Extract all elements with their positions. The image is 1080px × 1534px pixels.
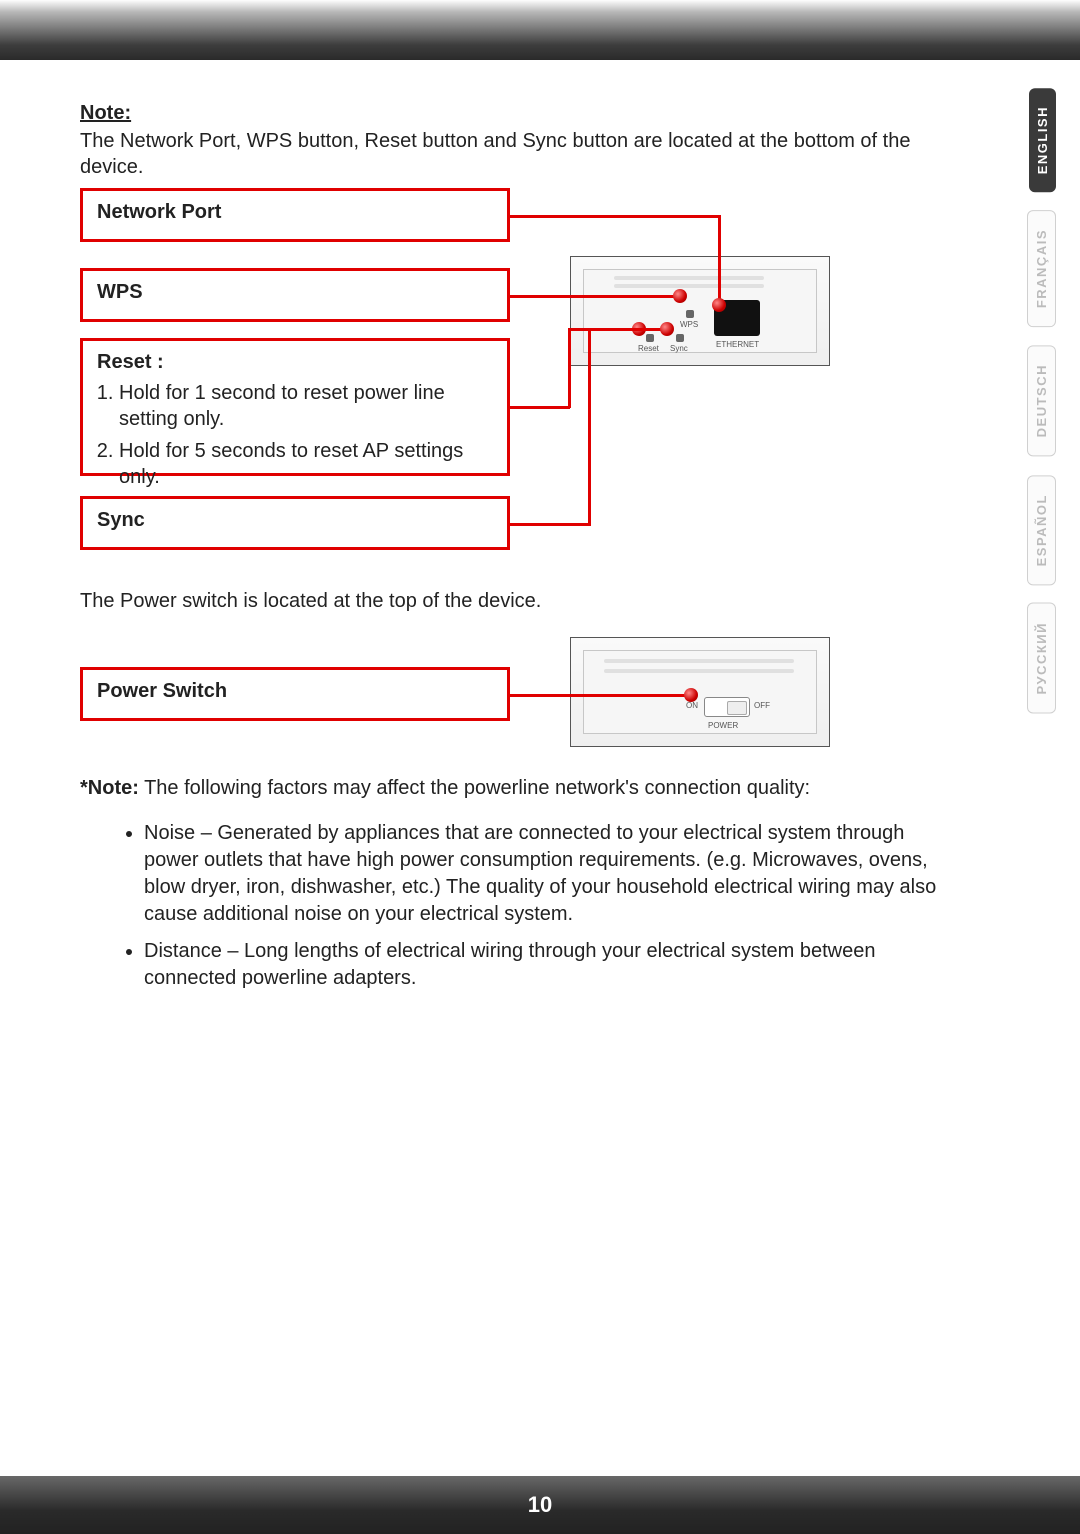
lang-tab-espanol[interactable]: ESPAÑOL — [1027, 475, 1056, 585]
callout-sync-label: Sync — [97, 509, 493, 532]
footnote-lead: *Note: The following factors may affect … — [80, 777, 940, 800]
note-heading: Note: — [80, 102, 131, 124]
footnote-bullet-distance: Distance – Long lengths of electrical wi… — [144, 938, 940, 992]
device-bottom-panel: ETHERNET WPS Reset Sync — [583, 269, 817, 353]
marker-dot-power — [684, 688, 698, 702]
callout-reset-title: Reset : — [97, 351, 493, 374]
on-label: ON — [686, 701, 698, 710]
page-number: 10 — [528, 1492, 552, 1517]
footnote-lead-rest: The following factors may affect the pow… — [139, 777, 810, 799]
device-top-panel: ON OFF POWER — [583, 650, 817, 734]
callout-network-port-label: Network Port — [97, 201, 493, 224]
callout-network-port: Network Port — [80, 188, 510, 242]
device-bottom-photo: ETHERNET WPS Reset Sync — [570, 256, 830, 366]
callout-reset-list: Hold for 1 second to reset power line se… — [97, 380, 493, 490]
callout-reset-item2: Hold for 5 seconds to reset AP settings … — [119, 438, 493, 490]
wps-tiny-label: WPS — [680, 320, 698, 329]
power-intro: The Power switch is located at the top o… — [80, 590, 940, 613]
footnote-bullet-noise: Noise – Generated by appliances that are… — [144, 820, 940, 928]
lang-tab-russian[interactable]: РУССКИЙ — [1027, 603, 1056, 714]
ethernet-label: ETHERNET — [716, 340, 759, 349]
note-body: The Network Port, WPS button, Reset butt… — [80, 128, 940, 180]
lang-tab-deutsch[interactable]: DEUTSCH — [1027, 345, 1056, 456]
reset-button-icon — [646, 334, 654, 342]
lang-tab-english[interactable]: ENGLISH — [1029, 88, 1056, 192]
language-tabs: ENGLISH FRANÇAIS DEUTSCH ESPAÑOL РУССКИЙ — [1027, 88, 1056, 714]
lang-tab-francais[interactable]: FRANÇAIS — [1027, 210, 1056, 327]
callout-reset-item1: Hold for 1 second to reset power line se… — [119, 380, 493, 432]
top-gradient-bar — [0, 0, 1080, 60]
power-switch-icon — [704, 697, 750, 717]
callout-power-switch-label: Power Switch — [97, 680, 493, 703]
marker-dot-wps — [673, 289, 687, 303]
callout-power-switch: Power Switch — [80, 667, 510, 721]
marker-dot-sync — [660, 322, 674, 336]
off-label: OFF — [754, 701, 770, 710]
callout-wps-label: WPS — [97, 281, 493, 304]
sync-tiny-label: Sync — [670, 344, 688, 353]
marker-dot-network-port — [712, 298, 726, 312]
reset-tiny-label: Reset — [638, 344, 659, 353]
callout-sync: Sync — [80, 496, 510, 550]
power-section: The Power switch is located at the top o… — [80, 590, 940, 1002]
power-label: POWER — [708, 721, 738, 730]
callout-wps: WPS — [80, 268, 510, 322]
callout-diagram-top: Network Port WPS Reset : Hold for 1 seco… — [80, 188, 980, 568]
sync-button-icon — [676, 334, 684, 342]
manual-page: ENGLISH FRANÇAIS DEUTSCH ESPAÑOL РУССКИЙ… — [0, 0, 1080, 1534]
page-number-bar: 10 — [0, 1476, 1080, 1534]
wps-button-icon — [686, 310, 694, 318]
note-block: Note: The Network Port, WPS button, Rese… — [80, 100, 940, 182]
device-top-photo: ON OFF POWER — [570, 637, 830, 747]
footnote-bullets: Noise – Generated by appliances that are… — [80, 820, 940, 992]
callout-reset: Reset : Hold for 1 second to reset power… — [80, 338, 510, 476]
footnote-lead-bold: *Note: — [80, 777, 139, 799]
